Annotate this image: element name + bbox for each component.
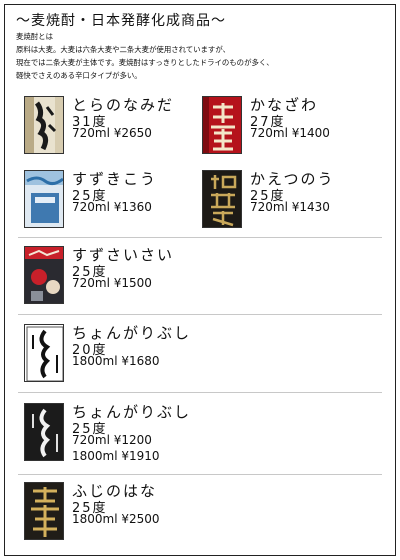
product-item: すずさいさい 25度 720ml ¥1500 [24,246,224,306]
product-price: 720ml ¥1500 [72,276,152,290]
intro-line: 原料は大麦。大麦は六条大麦や二条大麦が使用されていますが、 [16,45,230,54]
bottle-image-suzusaisai [24,246,64,304]
product-item: ちょんがりぶし 25度 720ml ¥1200 1800ml ¥1910 [24,403,234,469]
product-item: すずきこう 25度 720ml ¥1360 [24,170,204,230]
bottle-image-suzukikou [24,170,64,228]
intro-heading: 麦焼酎とは [16,32,53,41]
separator [18,237,382,238]
product-price: 720ml ¥2650 [72,126,152,140]
bottle-image-fujinohana [24,482,64,540]
bottle-image-chongaribushi-25 [24,403,64,461]
product-price: 720ml ¥1200 [72,433,152,447]
product-item: ちょんがりぶし 20度 1800ml ¥1680 [24,324,234,384]
bottle-image-toranonamida [24,96,64,154]
product-item: ふじのはな 25度 1800ml ¥2500 [24,482,224,542]
product-price: 1800ml ¥1910 [72,449,160,463]
intro-line: 現在では二条大麦が主体です。麦焼酎はすっきりとしたドライのものが多く、 [16,58,274,67]
bottle-image-chongaribushi-20 [24,324,64,382]
bottle-image-kanazawa [202,96,242,154]
product-price: 720ml ¥1360 [72,200,152,214]
bottle-image-kaetsunou [202,170,242,228]
product-price: 720ml ¥1430 [250,200,330,214]
product-item: かなざわ 27度 720ml ¥1400 [202,96,382,156]
intro-text: 麦焼酎とは 原料は大麦。大麦は六条大麦や二条大麦が使用されていますが、 現在では… [16,30,274,82]
product-item: かえつのう 25度 720ml ¥1430 [202,170,382,230]
product-item: とらのなみだ 31度 720ml ¥2650 [24,96,204,156]
separator [18,474,382,475]
separator [18,314,382,315]
page-title: 〜麦焼酎・日本発酵化成商品〜 [16,13,226,29]
intro-line: 軽快でさえのある辛口タイプが多い。 [16,71,142,80]
product-price: 720ml ¥1400 [250,126,330,140]
product-price: 1800ml ¥2500 [72,512,160,526]
separator [18,392,382,393]
product-price: 1800ml ¥1680 [72,354,160,368]
